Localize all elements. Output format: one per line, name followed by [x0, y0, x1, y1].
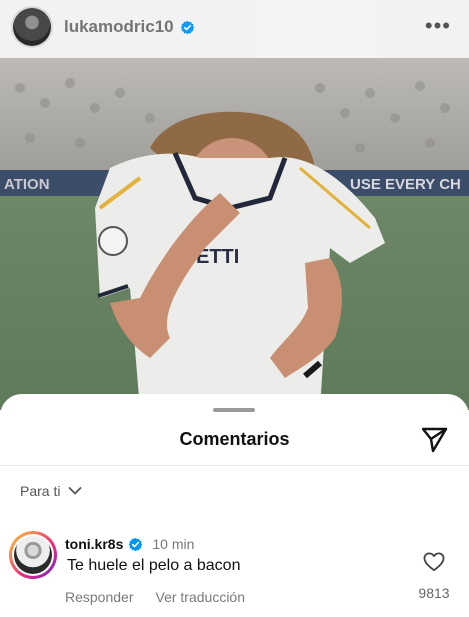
commenter-username[interactable]: toni.kr8s	[65, 536, 123, 552]
reply-button[interactable]: Responder	[65, 589, 134, 605]
sheet-divider	[0, 465, 469, 466]
like-count: 9813	[418, 585, 450, 601]
heart-icon[interactable]	[423, 552, 445, 572]
more-horizontal-icon[interactable]: •••	[425, 15, 451, 37]
translate-button[interactable]: Ver traducción	[156, 589, 246, 605]
banner-left-text: ATION	[4, 176, 50, 193]
comment-filter-dropdown[interactable]: Para ti	[20, 483, 82, 499]
sheet-title: Comentarios	[179, 429, 290, 449]
chevron-down-icon	[69, 487, 82, 495]
comment-timestamp: 10 min	[152, 536, 195, 552]
verified-badge-icon	[129, 537, 143, 551]
banner-right-text: USE EVERY CH	[350, 176, 461, 193]
post-header: lukamodric10 •••	[0, 0, 469, 58]
commenter-avatar[interactable]	[9, 531, 57, 579]
author-username[interactable]: lukamodric10	[64, 17, 174, 37]
comments-sheet: Comentarios Para ti toni.kr8s 10 min Te …	[0, 394, 469, 617]
sheet-drag-handle[interactable]	[213, 408, 255, 412]
comment-actions: Responder Ver traducción	[65, 589, 245, 605]
share-icon[interactable]	[419, 424, 449, 454]
verified-badge-icon	[180, 20, 194, 34]
commenter-row: toni.kr8s 10 min	[65, 536, 194, 552]
post-photo[interactable]: ATION USE EVERY CH ETTI	[0, 58, 469, 410]
author-username-row[interactable]: lukamodric10	[64, 17, 195, 37]
comment-text: Te huele el pelo a bacon	[67, 557, 241, 574]
post-photo-illustration: ATION USE EVERY CH ETTI	[0, 58, 469, 410]
commenter-avatar-photo	[14, 536, 52, 574]
comment-filter-label: Para ti	[20, 483, 61, 499]
author-avatar[interactable]	[13, 8, 51, 46]
